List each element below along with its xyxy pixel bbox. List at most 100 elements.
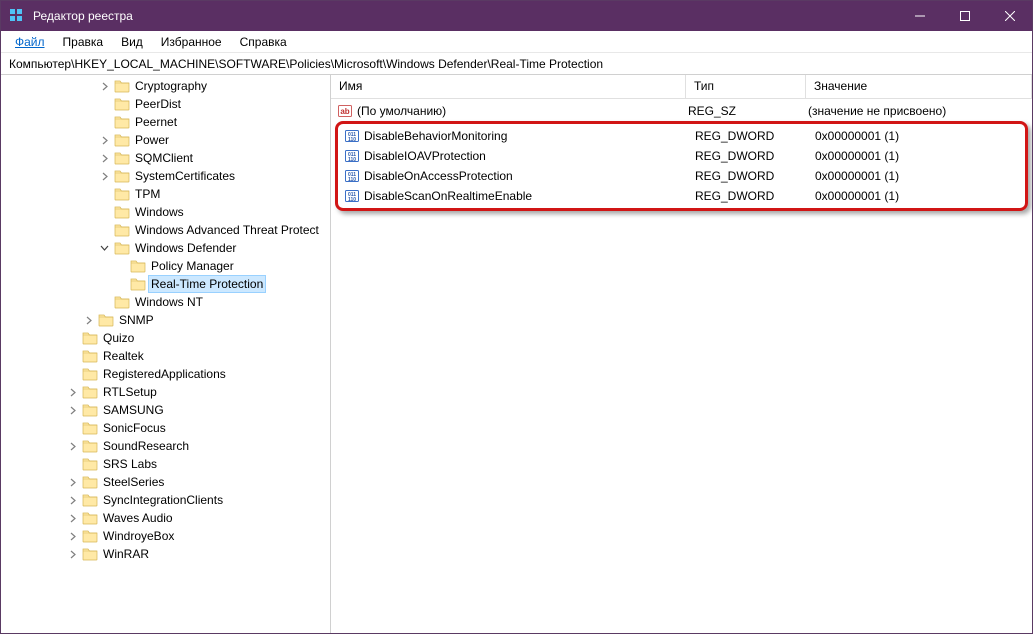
list-panel: Имя Тип Значение ab(По умолчанию)REG_SZ(… — [331, 75, 1032, 633]
tree-item[interactable]: SQMClient — [1, 149, 330, 167]
list-row[interactable]: ab(По умолчанию)REG_SZ(значение не присв… — [331, 101, 1032, 121]
close-button[interactable] — [987, 1, 1032, 31]
chevron-right-icon[interactable] — [65, 403, 79, 417]
tree-item[interactable]: SteelSeries — [1, 473, 330, 491]
header-name[interactable]: Имя — [331, 75, 686, 98]
tree-label: SoundResearch — [101, 438, 191, 454]
menu-item-избранное[interactable]: Избранное — [153, 33, 230, 51]
folder-icon — [82, 511, 98, 525]
tree-item[interactable]: SRS Labs — [1, 455, 330, 473]
tree-item[interactable]: SonicFocus — [1, 419, 330, 437]
tree-item[interactable]: Real-Time Protection — [1, 275, 330, 293]
path-text: Компьютер\HKEY_LOCAL_MACHINE\SOFTWARE\Po… — [9, 57, 603, 71]
tree-item[interactable]: Waves Audio — [1, 509, 330, 527]
maximize-button[interactable] — [942, 1, 987, 31]
chevron-right-icon[interactable] — [97, 79, 111, 93]
tree-item[interactable]: Cryptography — [1, 77, 330, 95]
tree-label: PeerDist — [133, 96, 183, 112]
chevron-right-icon[interactable] — [97, 133, 111, 147]
tree-item[interactable]: RegisteredApplications — [1, 365, 330, 383]
folder-icon — [82, 367, 98, 381]
chevron-right-icon[interactable] — [65, 547, 79, 561]
tree-label: Waves Audio — [101, 510, 175, 526]
tree-item[interactable]: SAMSUNG — [1, 401, 330, 419]
value-name: DisableOnAccessProtection — [364, 169, 695, 183]
tree-label: Windows Defender — [133, 240, 238, 256]
svg-text:110: 110 — [348, 177, 356, 183]
tree-label: SonicFocus — [101, 420, 168, 436]
folder-icon — [82, 403, 98, 417]
chevron-right-icon[interactable] — [97, 169, 111, 183]
folder-icon — [130, 259, 146, 273]
list-row[interactable]: 011110DisableScanOnRealtimeEnableREG_DWO… — [338, 186, 1025, 206]
minimize-button[interactable] — [897, 1, 942, 31]
tree-item[interactable]: Quizo — [1, 329, 330, 347]
chevron-right-icon[interactable] — [81, 313, 95, 327]
header-type[interactable]: Тип — [686, 75, 806, 98]
folder-icon — [114, 115, 130, 129]
menu-item-вид[interactable]: Вид — [113, 33, 151, 51]
tree-label: Peernet — [133, 114, 179, 130]
tree-item[interactable]: Realtek — [1, 347, 330, 365]
tree-item[interactable]: Windows NT — [1, 293, 330, 311]
menu-item-правка[interactable]: Правка — [55, 33, 112, 51]
tree-item[interactable]: Power — [1, 131, 330, 149]
folder-icon — [82, 439, 98, 453]
tree-item[interactable]: Policy Manager — [1, 257, 330, 275]
menubar: ФайлПравкаВидИзбранноеСправка — [1, 31, 1032, 53]
tree-item[interactable]: TPM — [1, 185, 330, 203]
menu-item-справка[interactable]: Справка — [232, 33, 295, 51]
tree-item[interactable]: WindroyeBox — [1, 527, 330, 545]
value-data: 0x00000001 (1) — [815, 189, 1025, 203]
header-value[interactable]: Значение — [806, 75, 1032, 98]
folder-icon — [82, 349, 98, 363]
svg-text:ab: ab — [340, 107, 349, 116]
tree-item[interactable]: Peernet — [1, 113, 330, 131]
menu-item-файл[interactable]: Файл — [7, 33, 53, 51]
chevron-right-icon[interactable] — [65, 385, 79, 399]
tree-label: Windows — [133, 204, 186, 220]
tree-label: WindroyeBox — [101, 528, 176, 544]
tree-label: SQMClient — [133, 150, 195, 166]
list-row[interactable]: 011110DisableBehaviorMonitoringREG_DWORD… — [338, 126, 1025, 146]
chevron-right-icon[interactable] — [65, 475, 79, 489]
chevron-right-icon[interactable] — [65, 439, 79, 453]
tree-item[interactable]: RTLSetup — [1, 383, 330, 401]
value-type: REG_DWORD — [695, 149, 815, 163]
folder-icon — [82, 493, 98, 507]
tree-item[interactable]: SNMP — [1, 311, 330, 329]
tree-label: SystemCertificates — [133, 168, 237, 184]
tree-item[interactable]: Windows — [1, 203, 330, 221]
folder-icon — [82, 385, 98, 399]
folder-icon — [82, 529, 98, 543]
tree-item[interactable]: SystemCertificates — [1, 167, 330, 185]
titlebar: Редактор реестра — [1, 1, 1032, 31]
dword-value-icon: 011110 — [344, 168, 360, 184]
tree-scroll[interactable]: CryptographyPeerDist PeernetPowerSQMClien… — [1, 75, 330, 633]
value-name: (По умолчанию) — [357, 104, 688, 118]
tree-label: SRS Labs — [101, 456, 159, 472]
pathbar[interactable]: Компьютер\HKEY_LOCAL_MACHINE\SOFTWARE\Po… — [1, 53, 1032, 75]
chevron-right-icon[interactable] — [65, 511, 79, 525]
chevron-right-icon[interactable] — [97, 151, 111, 165]
string-value-icon: ab — [337, 103, 353, 119]
tree-item[interactable]: Windows Defender — [1, 239, 330, 257]
tree-label: RegisteredApplications — [101, 366, 228, 382]
tree-item[interactable]: SyncIntegrationClients — [1, 491, 330, 509]
tree-item[interactable]: WinRAR — [1, 545, 330, 563]
registry-editor-window: Редактор реестра ФайлПравкаВидИзбранноеС… — [0, 0, 1033, 634]
list-row[interactable]: 011110DisableIOAVProtectionREG_DWORD0x00… — [338, 146, 1025, 166]
chevron-right-icon[interactable] — [65, 529, 79, 543]
value-type: REG_SZ — [688, 104, 808, 118]
tree-item[interactable]: PeerDist — [1, 95, 330, 113]
value-data: 0x00000001 (1) — [815, 169, 1025, 183]
chevron-down-icon[interactable] — [97, 241, 111, 255]
chevron-right-icon[interactable] — [65, 493, 79, 507]
list-header: Имя Тип Значение — [331, 75, 1032, 99]
list-row[interactable]: 011110DisableOnAccessProtectionREG_DWORD… — [338, 166, 1025, 186]
tree-item[interactable]: Windows Advanced Threat Protect — [1, 221, 330, 239]
tree-item[interactable]: SoundResearch — [1, 437, 330, 455]
dword-value-icon: 011110 — [344, 128, 360, 144]
folder-icon — [114, 205, 130, 219]
svg-text:110: 110 — [348, 197, 356, 203]
